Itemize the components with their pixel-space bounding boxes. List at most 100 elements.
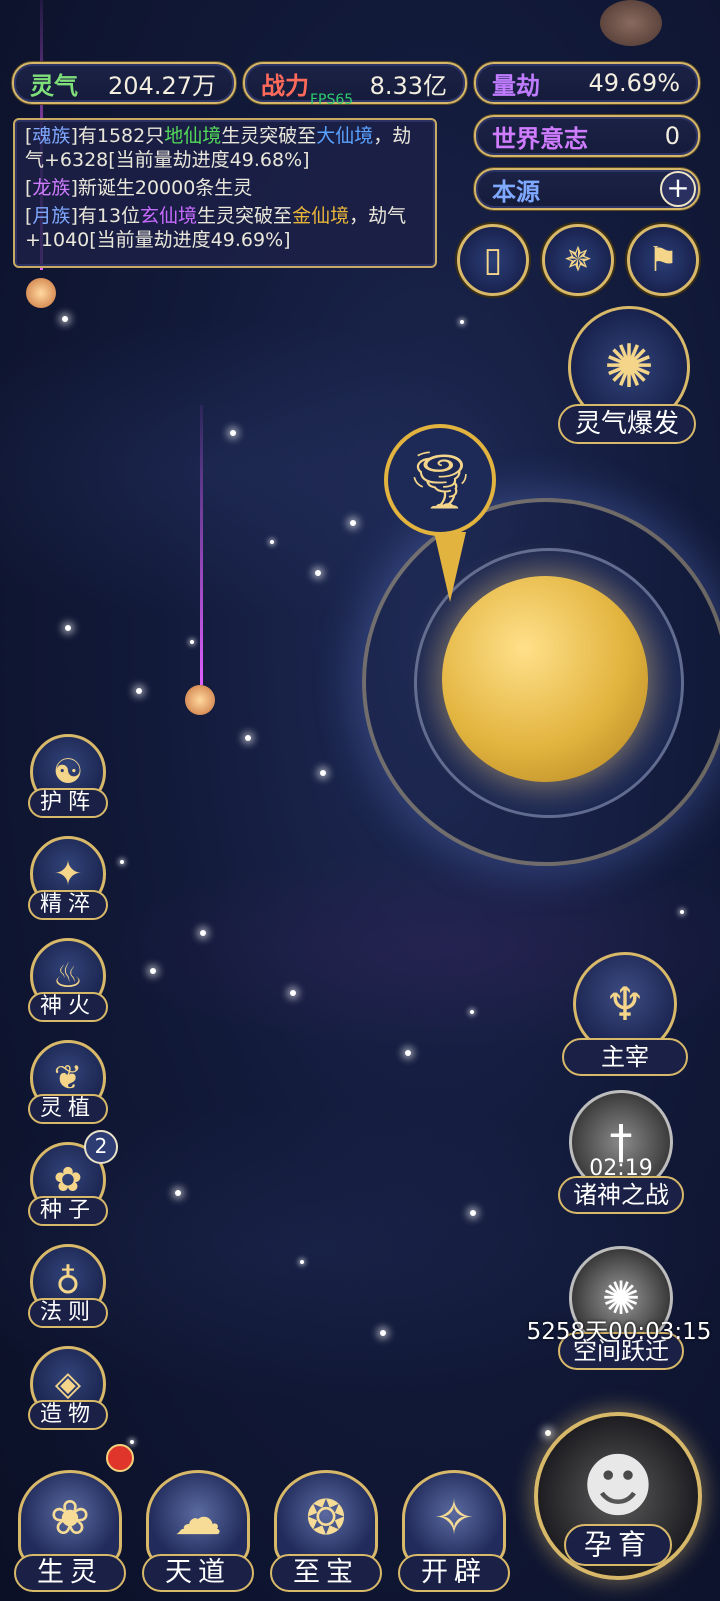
side-button-label: 神火 <box>28 992 108 1022</box>
star <box>300 1260 304 1264</box>
dominator-label: 主宰 <box>562 1038 688 1076</box>
star <box>380 1330 386 1336</box>
card-icon: ▯ <box>483 240 503 280</box>
side-button-label: 造物 <box>28 1400 108 1430</box>
star <box>680 910 684 914</box>
star <box>270 540 274 544</box>
liangjie-stat: 量劫 49.69% <box>474 62 700 104</box>
star <box>405 1050 411 1056</box>
side-button-jingcui[interactable]: ✦ 精淬 <box>26 836 112 926</box>
dominator-button[interactable]: ♆ 主宰 <box>560 952 690 1076</box>
star <box>320 770 326 776</box>
tornado-marker[interactable]: 🌪 <box>384 424 496 536</box>
side-button-lingzhi[interactable]: ❦ 灵植 <box>26 1040 112 1130</box>
burst-button-label[interactable]: 灵气爆发 <box>558 404 696 444</box>
star <box>290 990 296 996</box>
nurture-label: 孕育 <box>564 1524 672 1566</box>
flame-crystal-icon: ✦ <box>53 854 83 894</box>
side-button-faze[interactable]: ♁ 法则 <box>26 1244 112 1334</box>
treasure-icon: ❂ <box>305 1490 347 1546</box>
side-button-label: 法则 <box>28 1298 108 1328</box>
plus-icon[interactable]: + <box>660 171 696 207</box>
origin-label: 本源 <box>492 177 540 206</box>
world-will-label: 世界意志 <box>492 124 588 153</box>
burst-icon: ✺ <box>603 332 655 402</box>
zhanli-value: 8.33亿 <box>369 71 447 100</box>
log-entry: [龙族]新诞生20000条生灵 <box>25 177 253 199</box>
gods-war-button[interactable]: † 02:19 诸神之战 <box>556 1090 686 1214</box>
lingqi-label: 灵气 <box>30 71 78 100</box>
star <box>230 430 236 436</box>
zhanli-stat: 战力 8.33亿 <box>243 62 467 104</box>
nav-shengling[interactable]: ❀ 生灵 <box>14 1444 134 1595</box>
star <box>545 1430 551 1436</box>
lingqi-stat: 灵气 204.27万 <box>12 62 236 104</box>
liangjie-value: 49.69% <box>588 69 680 97</box>
seed-meteor-icon[interactable] <box>185 685 215 715</box>
star <box>120 860 124 864</box>
yin-yang-icon: ☯ <box>52 752 84 792</box>
plant-icon: ❦ <box>53 1058 83 1098</box>
seed-icon: ✿ <box>53 1160 83 1200</box>
star <box>460 320 464 324</box>
star <box>315 570 321 576</box>
zhanli-label: 战力 <box>261 71 309 100</box>
star <box>175 1190 181 1196</box>
side-button-label: 灵植 <box>28 1094 108 1124</box>
nav-kaipi[interactable]: ✧ 开辟 <box>398 1470 510 1595</box>
creation-icon: ◈ <box>54 1364 82 1404</box>
star <box>470 1210 476 1216</box>
fire-icon: ♨ <box>52 956 84 996</box>
space-jump-button[interactable]: ✺ 空间跃迁 <box>556 1246 686 1370</box>
space-jump-timer: 5258天00:03:15 <box>526 1319 712 1345</box>
side-button-label: 精淬 <box>28 890 108 920</box>
origin-stat: 本源 6 + <box>474 168 700 210</box>
notification-dot <box>106 1444 134 1472</box>
lingqi-value: 204.27万 <box>108 71 216 100</box>
fps-counter: FPS65 <box>310 92 354 108</box>
nav-label: 至宝 <box>270 1554 382 1592</box>
side-button-label: 种子 <box>28 1196 108 1226</box>
world-will-stat[interactable]: 世界意志 0 <box>474 115 700 157</box>
star <box>62 316 68 322</box>
creation-flame-icon: ✧ <box>433 1490 475 1546</box>
nav-label: 生灵 <box>14 1554 126 1592</box>
star <box>136 688 142 694</box>
embryo-icon: ☻ <box>581 1445 655 1527</box>
star <box>200 930 206 936</box>
tornado-icon: 🌪 <box>404 448 476 513</box>
star <box>470 1010 474 1014</box>
side-button-zhongzi[interactable]: ✿ 种子 2 <box>26 1130 118 1232</box>
world-will-value: 0 <box>664 122 680 150</box>
planet[interactable] <box>442 576 648 782</box>
flag-button[interactable]: ⚑ <box>627 224 699 296</box>
liangjie-label: 量劫 <box>492 71 540 100</box>
star <box>150 968 156 974</box>
star <box>245 735 251 741</box>
side-button-zaowu[interactable]: ◈ 造物 <box>26 1346 112 1436</box>
count-badge: 2 <box>84 1130 118 1164</box>
side-button-huzhen[interactable]: ☯ 护阵 <box>26 734 112 824</box>
marker-pointer <box>434 532 466 602</box>
life-icon: ❀ <box>49 1490 91 1546</box>
asteroid-icon <box>600 0 662 46</box>
vortex-button[interactable]: ✵ <box>542 224 614 296</box>
heaven-icon: ☁ <box>174 1490 222 1546</box>
star <box>350 520 356 526</box>
star <box>130 1440 134 1444</box>
law-icon: ♁ <box>55 1262 81 1302</box>
nav-tiandao[interactable]: ☁ 天道 <box>142 1470 254 1595</box>
seed-meteor-icon[interactable] <box>26 278 56 308</box>
card-button[interactable]: ▯ <box>457 224 529 296</box>
side-button-shenhuo[interactable]: ♨ 神火 <box>26 938 112 1028</box>
dragon-icon: ♆ <box>604 977 646 1031</box>
star <box>65 625 71 631</box>
log-entry: [月族]有13位玄仙境生灵突破至金仙境，劫气+1040[当前量劫进度49.69%… <box>25 205 407 251</box>
nav-zhibao[interactable]: ❂ 至宝 <box>270 1470 382 1595</box>
side-button-label: 护阵 <box>28 788 108 818</box>
gods-war-label: 诸神之战 <box>558 1176 684 1214</box>
star <box>190 640 194 644</box>
log-entry: [魂族]有1582只地仙境生灵突破至大仙境，劫气+6328[当前量劫进度49.6… <box>25 125 412 171</box>
nav-label: 开辟 <box>398 1554 510 1592</box>
vortex-icon: ✵ <box>563 240 593 280</box>
